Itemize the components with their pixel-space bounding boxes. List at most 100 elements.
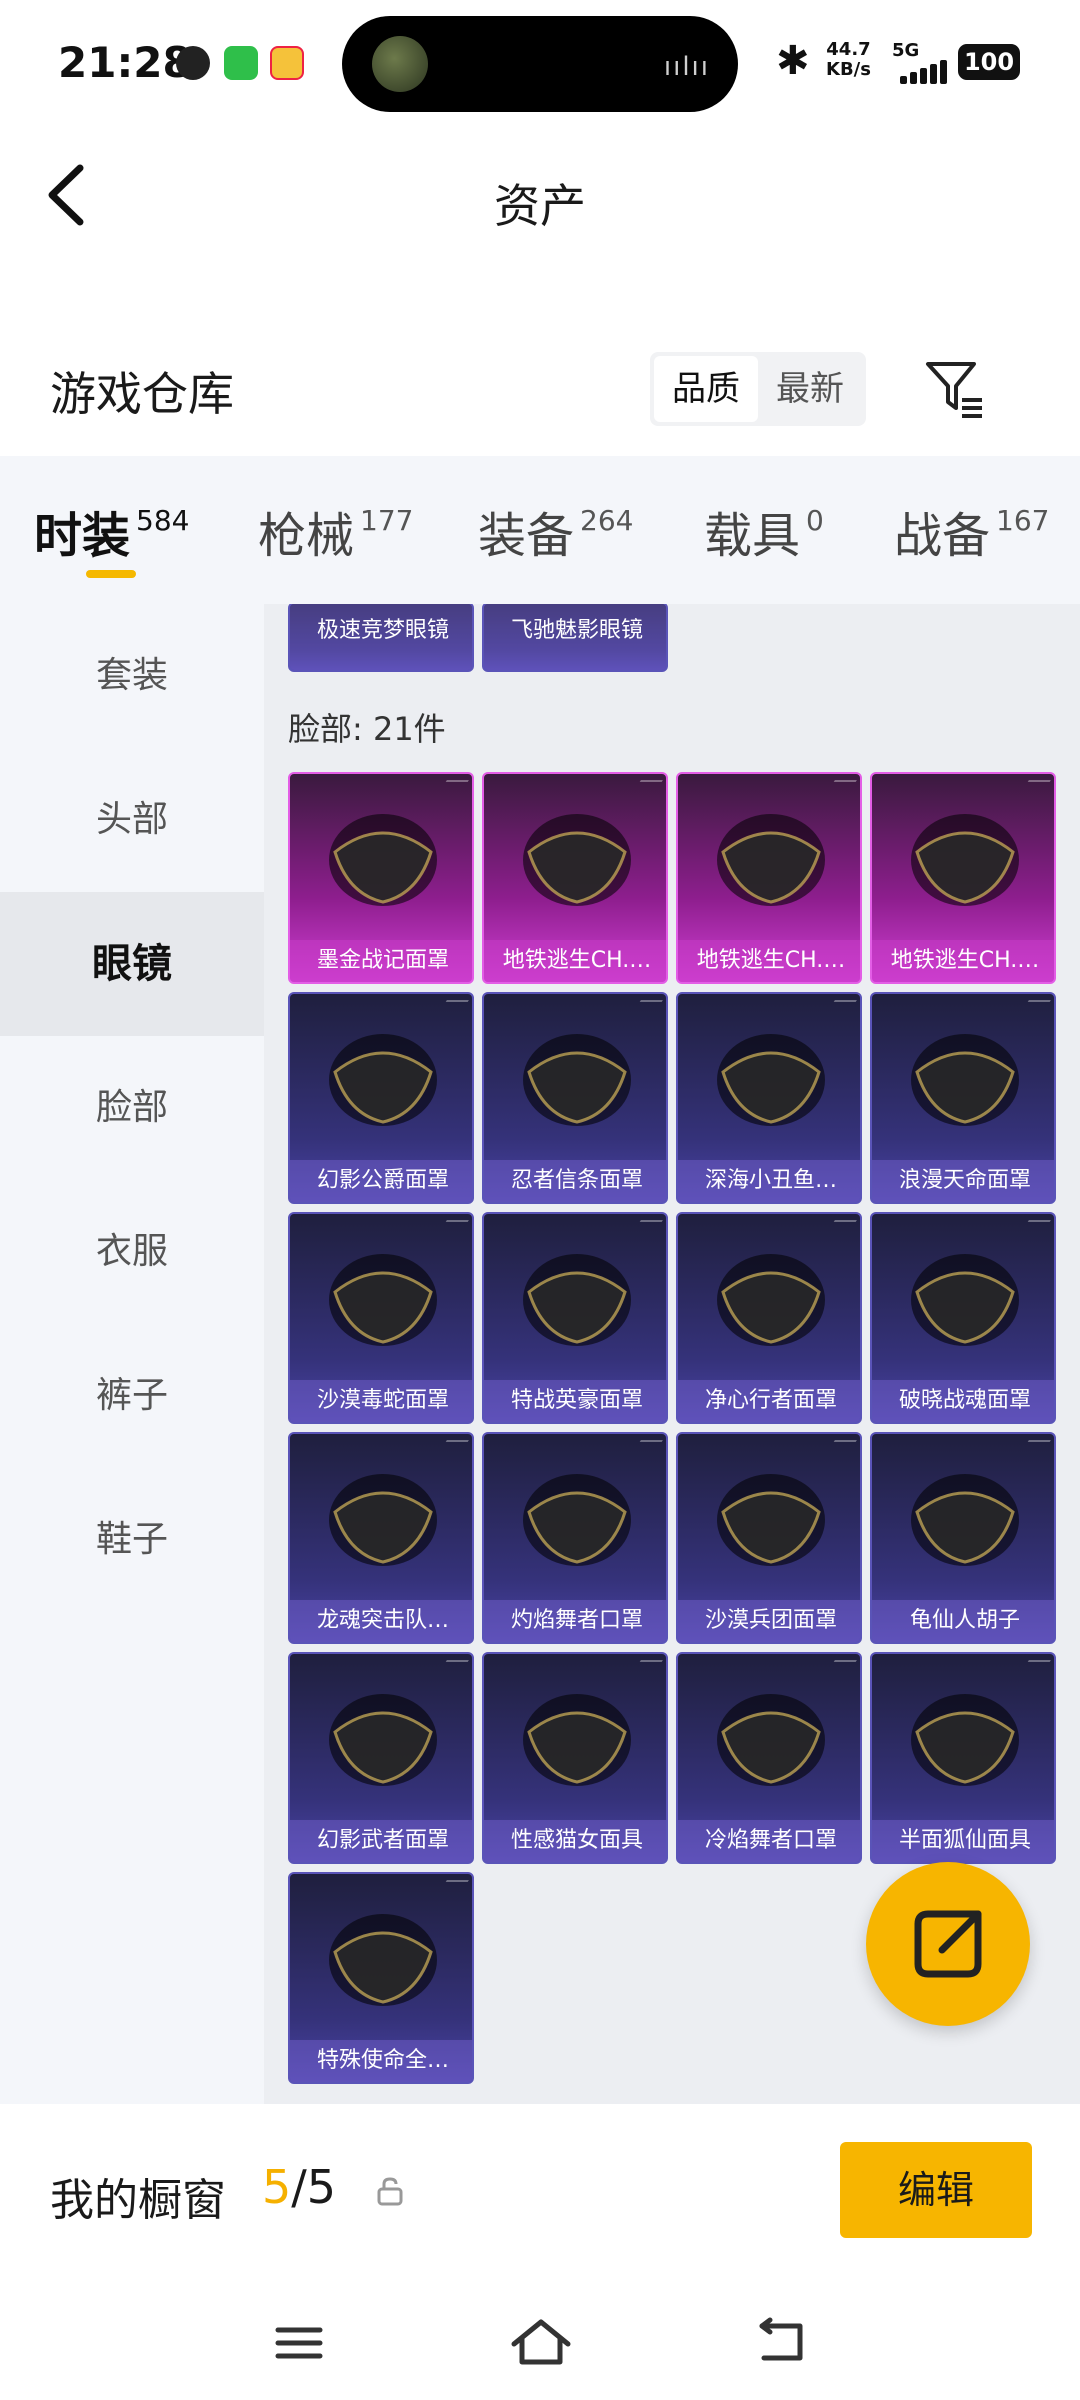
item-name: 幻影武者面罩	[290, 1820, 472, 1862]
tab-guns[interactable]: 枪械 177	[258, 496, 413, 566]
tab-fashion[interactable]: 时装 584	[34, 496, 189, 566]
system-navbar	[0, 2284, 1080, 2400]
sidebar-item-face[interactable]: 脸部	[0, 1036, 264, 1180]
mask-thumbnail-icon	[678, 994, 860, 1164]
item-name: 幻影公爵面罩	[290, 1160, 472, 1202]
tab-count: 264	[580, 504, 634, 537]
item-card[interactable]: 冷焰舞者口罩	[676, 1652, 862, 1864]
tab-count: 167	[996, 504, 1050, 537]
item-card[interactable]: 特殊使命全…	[288, 1872, 474, 2084]
mask-thumbnail-icon	[484, 1654, 666, 1824]
tab-supplies[interactable]: 战备 167	[894, 496, 1049, 566]
item-card[interactable]: 深海小丑鱼…	[676, 992, 862, 1204]
mask-thumbnail-icon	[290, 1214, 472, 1384]
status-time: 21:28	[58, 38, 192, 87]
mask-thumbnail-icon	[678, 774, 860, 944]
showcase-count: 5/5	[262, 2160, 336, 2214]
filter-button[interactable]	[922, 356, 988, 422]
item-card[interactable]: 地铁逃生CH.…	[482, 772, 668, 984]
media-thumbnail	[372, 36, 428, 92]
tab-count: 0	[806, 504, 824, 537]
mask-thumbnail-icon	[290, 774, 472, 944]
sidebar-item-pants[interactable]: 裤子	[0, 1324, 264, 1468]
sidebar-item-clothes[interactable]: 衣服	[0, 1180, 264, 1324]
item-card[interactable]: 飞驰魅影眼镜	[482, 604, 668, 672]
mask-thumbnail-icon	[872, 774, 1054, 944]
item-card[interactable]: 半面狐仙面具	[870, 1652, 1056, 1864]
item-card[interactable]: 沙漠毒蛇面罩	[288, 1212, 474, 1424]
sort-quality-option[interactable]: 品质	[654, 356, 758, 422]
bluetooth-icon: ✱	[776, 38, 810, 84]
item-card[interactable]: 极速竞梦眼镜	[288, 604, 474, 672]
item-card[interactable]: 破晓战魂面罩	[870, 1212, 1056, 1424]
sidebar-item-glasses[interactable]: 眼镜	[0, 892, 264, 1036]
item-name: 地铁逃生CH.…	[678, 940, 860, 982]
tab-equipment[interactable]: 装备 264	[478, 496, 633, 566]
item-card[interactable]: 龟仙人胡子	[870, 1432, 1056, 1644]
item-card[interactable]: 地铁逃生CH.…	[870, 772, 1056, 984]
tab-label: 时装	[34, 508, 131, 564]
filter-icon	[926, 362, 982, 418]
edit-button[interactable]: 编辑	[840, 2142, 1032, 2238]
dynamic-island[interactable]: ıılıı	[342, 16, 738, 112]
item-name: 地铁逃生CH.…	[872, 940, 1054, 982]
tab-count: 584	[136, 504, 190, 537]
item-card[interactable]: 特战英豪面罩	[482, 1212, 668, 1424]
game-app-icon	[270, 46, 304, 80]
item-card[interactable]: 性感猫女面具	[482, 1652, 668, 1864]
item-card[interactable]: 幻影公爵面罩	[288, 992, 474, 1204]
sidebar-item-head[interactable]: 头部	[0, 748, 264, 892]
share-external-icon	[914, 1910, 982, 1978]
tab-label: 装备	[478, 508, 575, 564]
sort-newest-option[interactable]: 最新	[758, 356, 862, 422]
status-bar: 21:28 ıılıı ✱ 44.7 KB/s 5G 100	[0, 0, 1080, 128]
mask-thumbnail-icon	[678, 1434, 860, 1604]
mask-thumbnail-icon	[290, 1434, 472, 1604]
share-fab-button[interactable]	[866, 1862, 1030, 2026]
tab-vehicles[interactable]: 载具 0	[704, 496, 824, 566]
mask-thumbnail-icon	[290, 1654, 472, 1824]
tab-label: 载具	[704, 508, 801, 564]
item-card[interactable]: 墨金战记面罩	[288, 772, 474, 984]
sort-toggle: 品质 最新	[650, 352, 866, 426]
tab-label: 战备	[894, 508, 991, 564]
warehouse-header: 游戏仓库 品质 最新	[0, 330, 1080, 450]
mask-thumbnail-icon	[484, 774, 666, 944]
item-card[interactable]: 灼焰舞者口罩	[482, 1432, 668, 1644]
item-card[interactable]: 龙魂突击队…	[288, 1432, 474, 1644]
item-card[interactable]: 净心行者面罩	[676, 1212, 862, 1424]
item-card[interactable]: 忍者信条面罩	[482, 992, 668, 1204]
page-title: 资产	[494, 179, 586, 233]
sidebar: 套装 头部 眼镜 脸部 衣服 裤子 鞋子	[0, 604, 264, 2104]
item-name: 地铁逃生CH.…	[484, 940, 666, 982]
item-name: 飞驰魅影眼镜	[484, 604, 666, 670]
browser-icon	[176, 46, 210, 80]
item-name: 沙漠毒蛇面罩	[290, 1380, 472, 1422]
showcase-label: 我的橱窗	[50, 2175, 226, 2226]
sidebar-item-shoes[interactable]: 鞋子	[0, 1468, 264, 1612]
home-icon[interactable]	[506, 2308, 576, 2378]
signal-icon	[900, 60, 948, 84]
mask-thumbnail-icon	[484, 994, 666, 1164]
item-name: 沙漠兵团面罩	[678, 1600, 860, 1642]
battery-indicator: 100	[958, 44, 1020, 80]
sidebar-item-suit[interactable]: 套装	[0, 604, 264, 748]
item-card[interactable]: 浪漫天命面罩	[870, 992, 1056, 1204]
item-name: 半面狐仙面具	[872, 1820, 1054, 1862]
item-card[interactable]: 地铁逃生CH.…	[676, 772, 862, 984]
item-card[interactable]: 幻影武者面罩	[288, 1652, 474, 1864]
item-card[interactable]: 沙漠兵团面罩	[676, 1432, 862, 1644]
tab-count: 177	[360, 504, 414, 537]
back-icon[interactable]	[746, 2308, 816, 2378]
item-name: 浪漫天命面罩	[872, 1160, 1054, 1202]
mask-thumbnail-icon	[290, 994, 472, 1164]
network-speed-unit: KB/s	[826, 59, 871, 80]
mask-thumbnail-icon	[484, 1214, 666, 1384]
app-header: 资产	[0, 130, 1080, 260]
mask-thumbnail-icon	[872, 994, 1054, 1164]
menu-icon[interactable]	[264, 2308, 334, 2378]
item-name: 性感猫女面具	[484, 1820, 666, 1862]
item-name: 龟仙人胡子	[872, 1600, 1054, 1642]
item-name: 净心行者面罩	[678, 1380, 860, 1422]
notification-app-icon	[224, 46, 258, 80]
